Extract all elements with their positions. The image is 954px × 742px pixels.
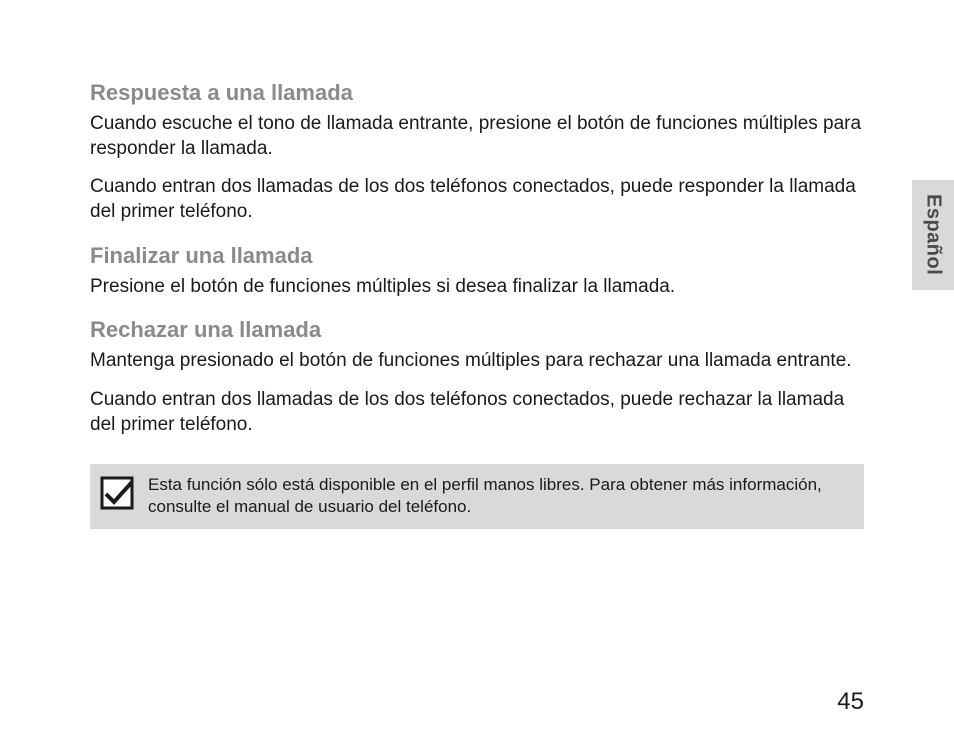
language-tab-label: Español [922, 194, 945, 275]
page-number: 45 [837, 688, 864, 716]
heading-reject-call: Rechazar una llamada [90, 317, 864, 343]
note-text: Esta función sólo está disponible en el … [148, 474, 850, 520]
language-tab: Español [912, 180, 954, 290]
heading-answer-call: Respuesta a una llamada [90, 80, 864, 106]
paragraph: Cuando escuche el tono de llamada entran… [90, 112, 864, 161]
heading-end-call: Finalizar una llamada [90, 243, 864, 269]
paragraph: Presione el botón de funciones múltiples… [90, 275, 864, 300]
note-box: Esta función sólo está disponible en el … [90, 464, 864, 530]
paragraph: Cuando entran dos llamadas de los dos te… [90, 175, 864, 224]
paragraph: Cuando entran dos llamadas de los dos te… [90, 388, 864, 437]
manual-page: Español Respuesta a una llamada Cuando e… [0, 0, 954, 742]
check-icon [100, 476, 134, 510]
paragraph: Mantenga presionado el botón de funcione… [90, 349, 864, 374]
